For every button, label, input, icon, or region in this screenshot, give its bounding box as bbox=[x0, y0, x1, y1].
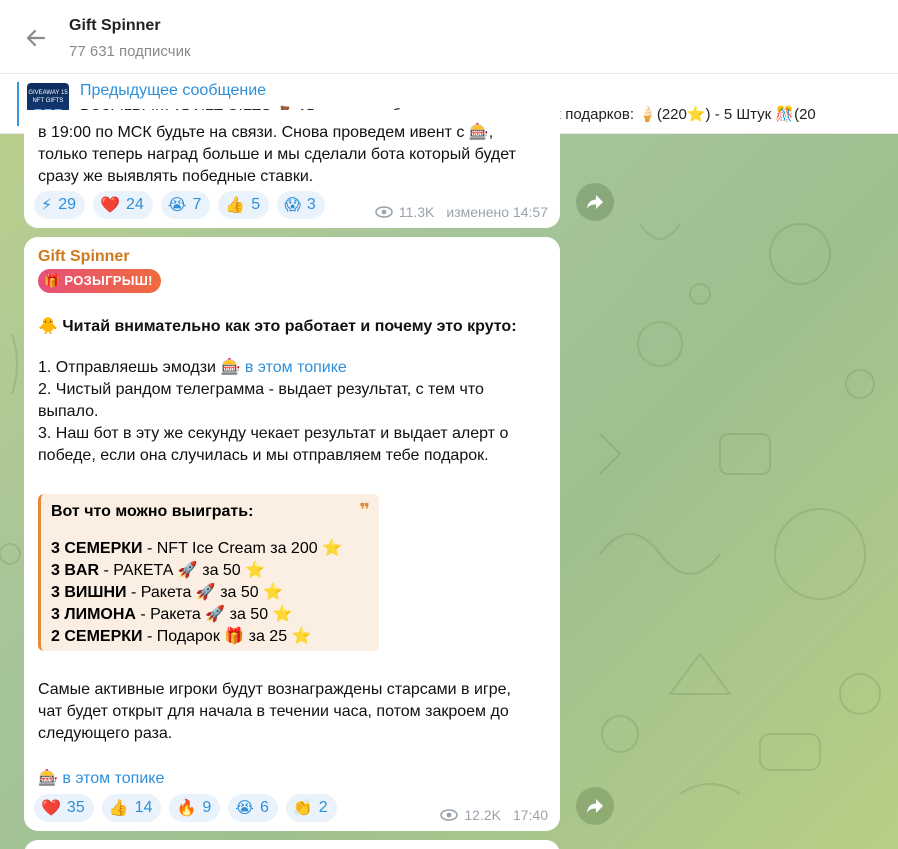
heart-icon: ❤️ bbox=[41, 798, 61, 817]
message-bubble: в 19:00 по МСК будьте на связи. Снова пр… bbox=[24, 110, 560, 228]
crying-face-icon: 😭 bbox=[167, 195, 187, 214]
thumbs-up-icon: 👍 bbox=[225, 195, 246, 214]
slot-machine-icon: 🎰 bbox=[38, 768, 58, 787]
reaction-thumbs-up[interactable]: 👍 14 bbox=[101, 794, 162, 822]
step-3-line: 3. Наш бот в эту же секунду чекает резул… bbox=[38, 425, 509, 442]
reaction-lightning[interactable]: ⚡ 29 bbox=[34, 191, 86, 219]
reaction-heart[interactable]: ❤️ 35 bbox=[34, 794, 94, 822]
forward-button[interactable] bbox=[576, 787, 614, 825]
prize-reward: - Ракета 🚀 за 50 ⭐ bbox=[126, 584, 284, 601]
pinned-indicator bbox=[17, 82, 19, 126]
message-heading: 🐥 Читай внимательно как это работает и п… bbox=[38, 315, 517, 338]
footer-line: следующего раза. bbox=[38, 725, 173, 742]
footer-line: Самые активные игроки будут вознагражден… bbox=[38, 681, 511, 698]
step-2-line: 2. Чистый рандом телеграмма - выдает рез… bbox=[38, 381, 484, 398]
footer-line: чат будет открыт для начала в течении ча… bbox=[38, 703, 509, 720]
thumbs-up-icon: 👍 bbox=[108, 798, 129, 817]
subscriber-count: 77 631 подписчик bbox=[69, 43, 191, 60]
back-button[interactable] bbox=[22, 24, 50, 52]
prize-quote-block: Вот что можно выиграть: ❞ 3 СЕМЕРКИ - NF… bbox=[38, 494, 379, 651]
message-time: 17:40 bbox=[512, 807, 548, 823]
scream-face-icon: 😱 bbox=[284, 195, 301, 214]
quote-title: Вот что можно выиграть: bbox=[51, 503, 254, 520]
message-author[interactable]: Gift Spinner bbox=[38, 248, 130, 266]
view-count: 11.3K bbox=[398, 204, 435, 220]
lightning-icon: ⚡ bbox=[41, 195, 53, 214]
quote-mark-icon: ❞ bbox=[359, 500, 370, 520]
reactions-bar: ❤️ 35 👍 14 🔥 9 😭 6 👏 2 bbox=[34, 794, 337, 822]
giveaway-badge-label: 🎁 РОЗЫГРЫШ! bbox=[44, 273, 153, 288]
topic-line: 🎰 в этом топике bbox=[38, 767, 164, 790]
prize-combo: 2 СЕМЕРКИ bbox=[51, 628, 143, 645]
reaction-clap[interactable]: 👏 2 bbox=[285, 794, 337, 822]
fire-icon: 🔥 bbox=[176, 798, 197, 817]
reaction-count: 5 bbox=[251, 196, 261, 213]
reaction-count: 14 bbox=[134, 799, 153, 816]
message-text-line: только теперь наград больше и мы сделали… bbox=[38, 146, 516, 163]
message-bubble bbox=[24, 840, 560, 849]
step-1-text: 1. Отправляешь эмодзи 🎰 bbox=[38, 359, 245, 376]
prize-combo: 3 ВИШНИ bbox=[51, 584, 127, 601]
heading-text: Читай внимательно как это работает и поч… bbox=[62, 318, 517, 335]
forward-button[interactable] bbox=[576, 183, 614, 221]
reaction-crying[interactable]: 😭 6 bbox=[228, 794, 278, 822]
prize-item: 2 СЕМЕРКИ - Подарок 🎁 за 25 ⭐ bbox=[51, 626, 311, 646]
reaction-count: 29 bbox=[58, 196, 77, 213]
prize-reward: - Подарок 🎁 за 25 ⭐ bbox=[142, 628, 312, 645]
reaction-count: 35 bbox=[66, 799, 85, 816]
prize-item: 3 ЛИМОНА - Ракета 🚀 за 50 ⭐ bbox=[51, 604, 292, 624]
reaction-count: 24 bbox=[125, 196, 144, 213]
prize-reward: - NFT Ice Cream за 200 ⭐ bbox=[142, 540, 342, 557]
pinned-thumbnail-text: GIVEAWAY 15 NFT GIFTS bbox=[28, 90, 68, 104]
step-1: 1. Отправляешь эмодзи 🎰 в этом топике bbox=[38, 357, 347, 379]
forward-icon bbox=[587, 195, 603, 209]
reactions-bar: ⚡ 29 ❤️ 24 😭 7 👍 5 😱 3 bbox=[34, 191, 325, 219]
clap-icon: 👏 bbox=[292, 798, 313, 817]
channel-title[interactable]: Gift Spinner bbox=[69, 17, 161, 35]
step-2-line: выпало. bbox=[38, 403, 99, 420]
prize-combo: 3 ЛИМОНА bbox=[51, 606, 136, 623]
crying-face-icon: 😭 bbox=[235, 798, 254, 817]
prize-combo: 3 СЕМЕРКИ bbox=[51, 540, 143, 557]
chick-icon: 🐥 bbox=[38, 316, 58, 335]
back-arrow-icon bbox=[26, 29, 46, 47]
eye-icon bbox=[375, 206, 393, 218]
giveaway-badge: 🎁 РОЗЫГРЫШ! bbox=[38, 269, 161, 293]
message-bubble: Gift Spinner 🎁 РОЗЫГРЫШ! 🐥 Читай внимате… bbox=[24, 237, 560, 831]
message-meta: 11.3K изменено 14:57 bbox=[375, 204, 548, 220]
forward-icon bbox=[587, 799, 603, 813]
topic-link[interactable]: в этом топике bbox=[245, 359, 347, 376]
reaction-count: 7 bbox=[192, 196, 202, 213]
reaction-count: 2 bbox=[318, 799, 328, 816]
heart-icon: ❤️ bbox=[100, 195, 120, 214]
prize-combo: 3 BAR bbox=[51, 562, 100, 579]
message-time: изменено 14:57 bbox=[446, 204, 548, 220]
reaction-count: 9 bbox=[202, 799, 212, 816]
reaction-heart[interactable]: ❤️ 24 bbox=[93, 191, 153, 219]
reaction-crying[interactable]: 😭 7 bbox=[160, 191, 211, 219]
message-text-line: сразу же выявлять победные ставки. bbox=[38, 168, 314, 185]
pinned-title[interactable]: Предыдущее сообщение bbox=[80, 82, 266, 100]
reaction-fire[interactable]: 🔥 9 bbox=[169, 794, 221, 822]
chat-header: Gift Spinner 77 631 подписчик bbox=[0, 0, 898, 74]
prize-reward: - РАКЕТА 🚀 за 50 ⭐ bbox=[99, 562, 266, 579]
reaction-count: 6 bbox=[259, 799, 269, 816]
prize-item: 3 СЕМЕРКИ - NFT Ice Cream за 200 ⭐ bbox=[51, 538, 342, 558]
message-meta: 12.2K 17:40 bbox=[440, 807, 548, 823]
prize-reward: - Ракета 🚀 за 50 ⭐ bbox=[135, 606, 293, 623]
eye-icon bbox=[440, 809, 459, 821]
view-count: 12.2K bbox=[464, 807, 501, 823]
message-text-line: в 19:00 по МСК будьте на связи. Снова пр… bbox=[38, 124, 494, 141]
reaction-scream[interactable]: 😱 3 bbox=[277, 191, 325, 219]
reaction-count: 3 bbox=[306, 196, 316, 213]
topic-link[interactable]: в этом топике bbox=[62, 770, 164, 787]
prize-item: 3 ВИШНИ - Ракета 🚀 за 50 ⭐ bbox=[51, 582, 283, 602]
prize-item: 3 BAR - РАКЕТА 🚀 за 50 ⭐ bbox=[51, 560, 265, 580]
reaction-thumbs-up[interactable]: 👍 5 bbox=[218, 191, 270, 219]
step-3-line: победе, если она случилась и мы отправля… bbox=[38, 447, 489, 464]
